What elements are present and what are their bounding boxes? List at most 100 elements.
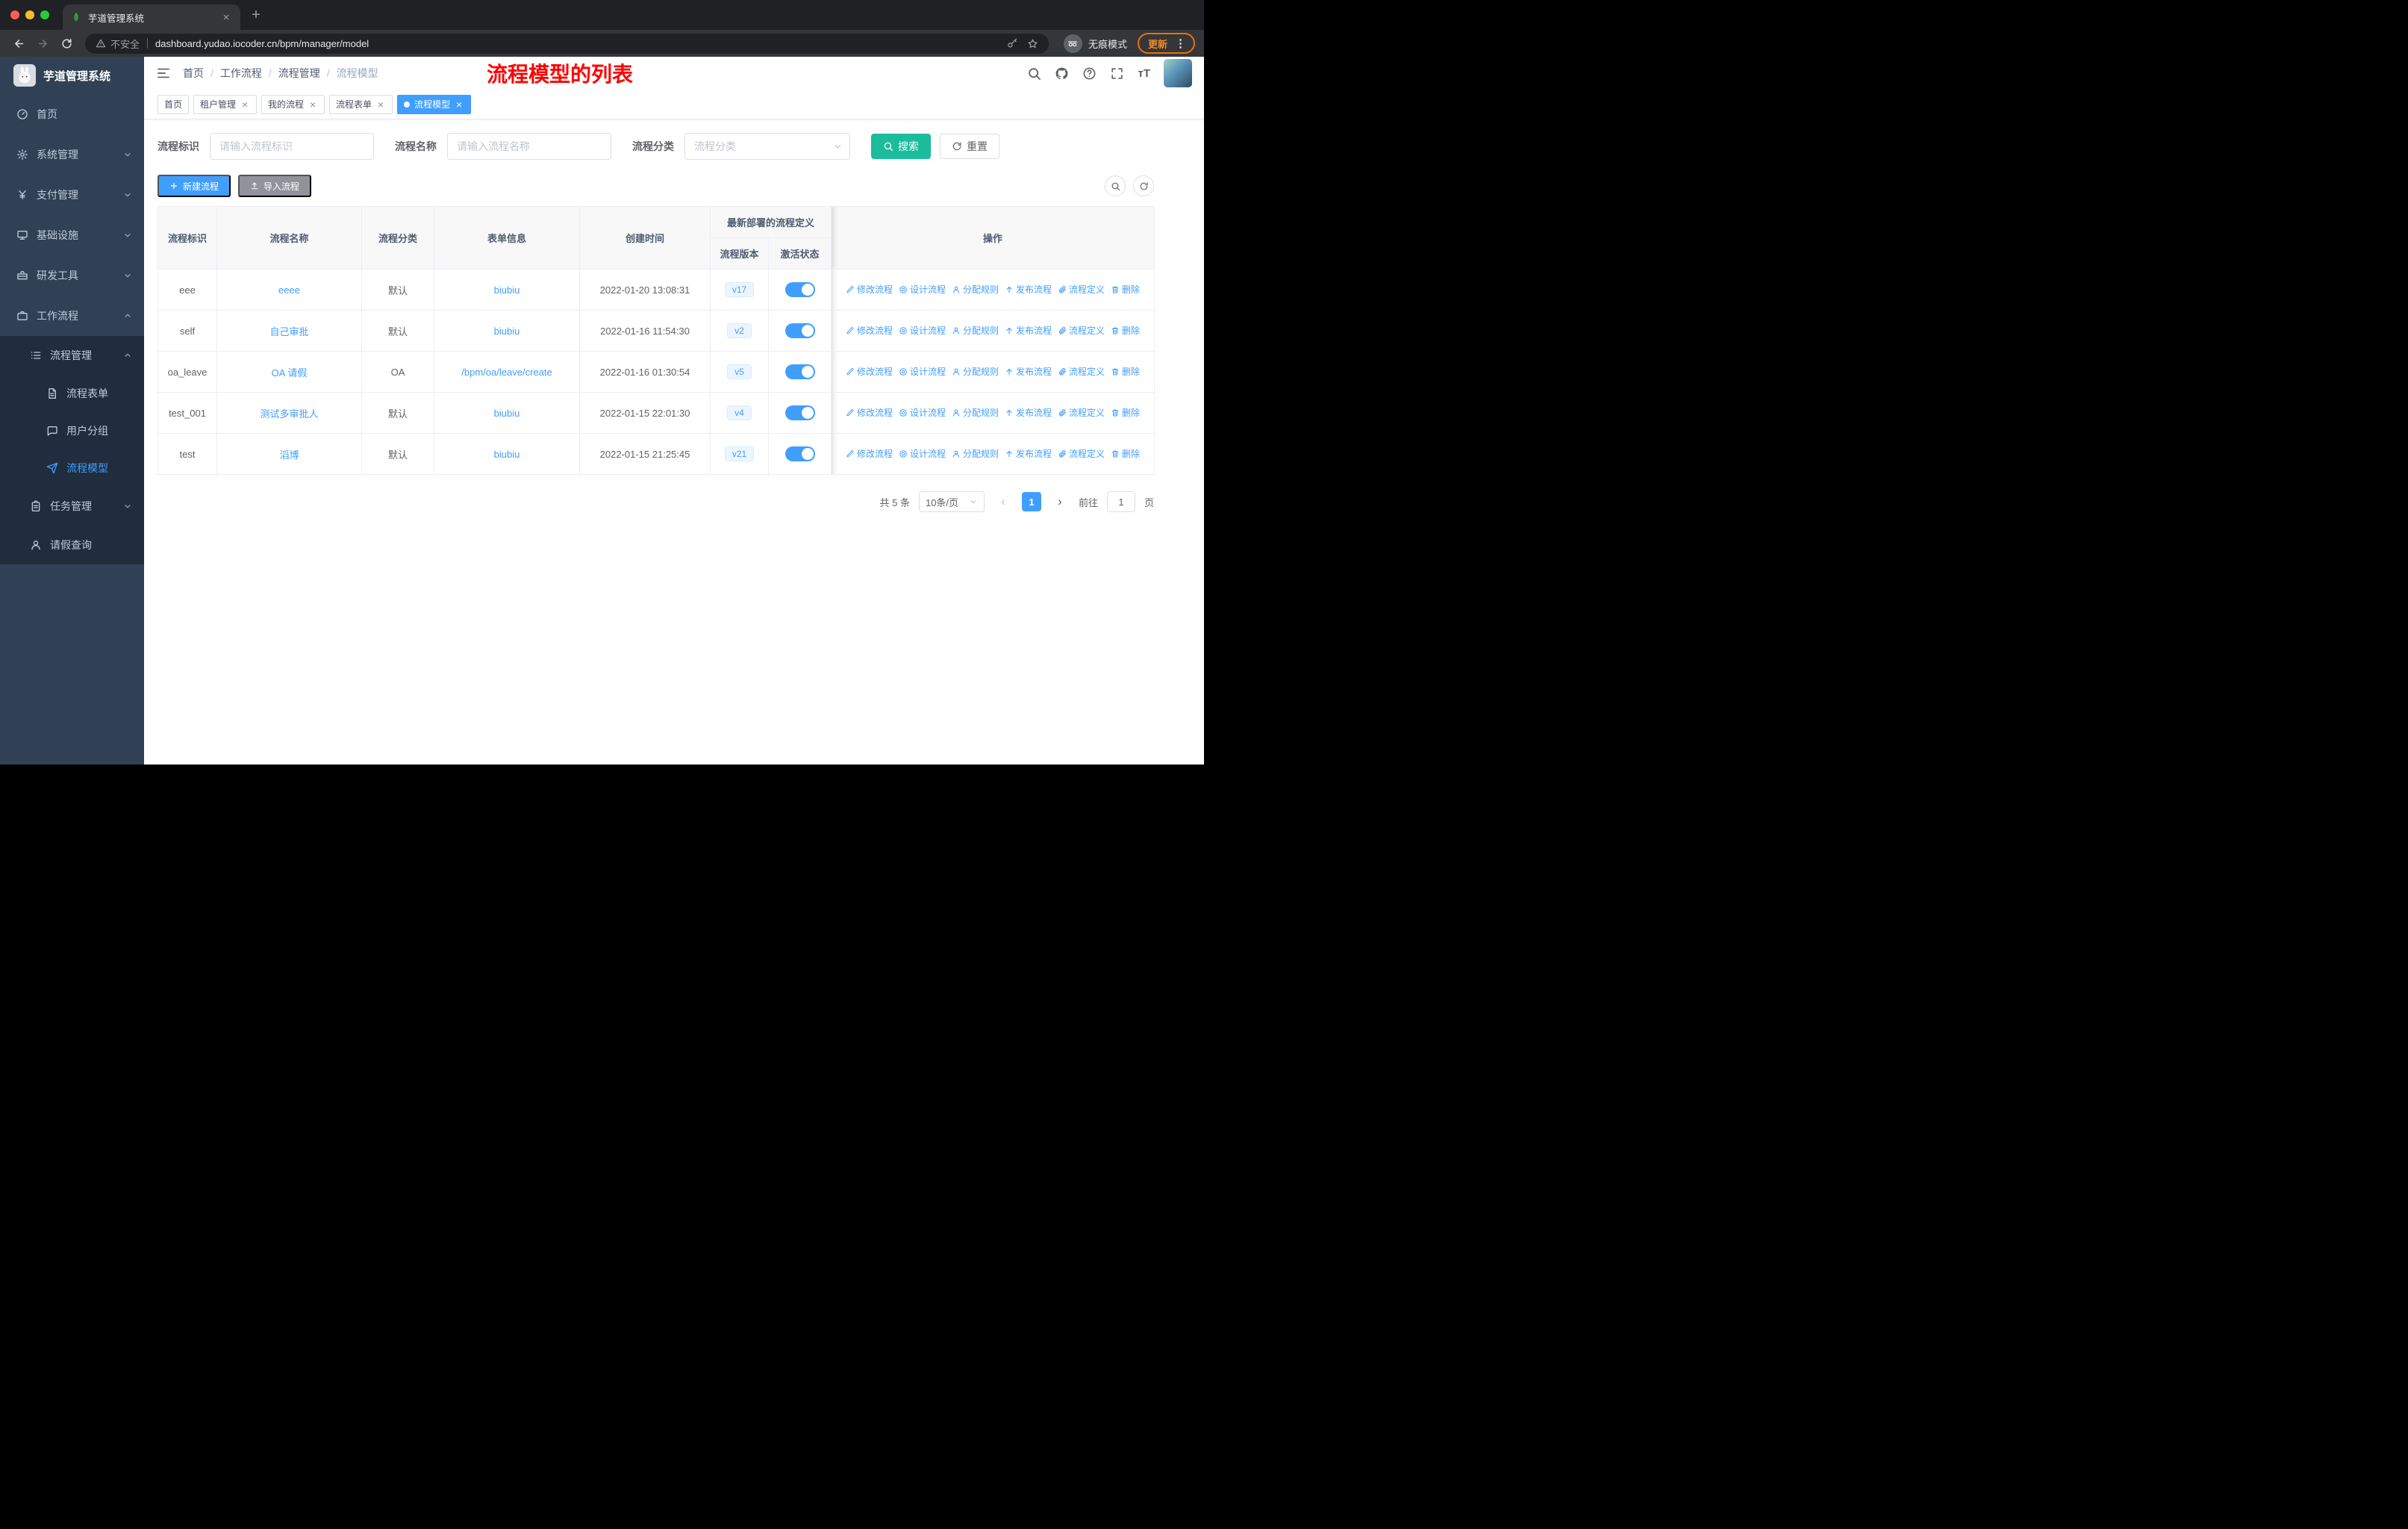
tag-home[interactable]: 首页 (157, 94, 190, 114)
create-process-button[interactable]: 新建流程 (157, 175, 231, 197)
search-icon[interactable] (1027, 66, 1041, 81)
tag-process-model[interactable]: 流程模型 × (397, 94, 472, 114)
sidebar-item-process-model[interactable]: 流程模型 (0, 449, 144, 487)
action-assign-link[interactable]: 分配规则 (952, 447, 999, 460)
back-button[interactable] (9, 34, 28, 53)
maximize-window-button[interactable] (40, 10, 49, 19)
forward-button[interactable] (33, 34, 52, 53)
action-definition-link[interactable]: 流程定义 (1058, 324, 1105, 337)
page-size-select[interactable]: 10条/页 (918, 491, 985, 512)
action-definition-link[interactable]: 流程定义 (1058, 447, 1105, 460)
sidebar-item-process-form[interactable]: 流程表单 (0, 375, 144, 412)
status-toggle[interactable] (785, 446, 815, 461)
close-icon[interactable]: × (308, 99, 318, 110)
reload-button[interactable] (57, 34, 76, 53)
reset-button[interactable]: 重置 (940, 134, 999, 159)
form-info-link[interactable]: biubiu (494, 449, 520, 460)
help-icon[interactable] (1082, 66, 1097, 81)
search-button[interactable]: 搜索 (871, 134, 931, 159)
action-publish-link[interactable]: 发布流程 (1005, 447, 1052, 460)
action-design-link[interactable]: 设计流程 (899, 324, 946, 337)
process-name-input[interactable] (447, 133, 611, 160)
action-delete-link[interactable]: 删除 (1111, 324, 1140, 337)
sidebar-item-user-group[interactable]: 用户分组 (0, 412, 144, 449)
status-toggle[interactable] (785, 282, 815, 297)
user-avatar[interactable] (1164, 59, 1192, 87)
bookmark-star-icon[interactable] (1027, 38, 1038, 49)
browser-menu-icon[interactable]: ⋮ (1172, 37, 1189, 50)
tag-process-form[interactable]: 流程表单 × (329, 94, 393, 114)
browser-tab[interactable]: 芋道管理系统 × (63, 4, 240, 30)
process-id-input[interactable] (210, 133, 374, 160)
status-toggle[interactable] (785, 364, 815, 379)
action-publish-link[interactable]: 发布流程 (1005, 365, 1052, 378)
action-edit-link[interactable]: 修改流程 (846, 324, 893, 337)
action-publish-link[interactable]: 发布流程 (1005, 324, 1052, 337)
close-icon[interactable]: × (454, 99, 464, 110)
action-definition-link[interactable]: 流程定义 (1058, 406, 1105, 419)
breadcrumb-home[interactable]: 首页 (183, 66, 204, 81)
update-button[interactable]: 更新 ⋮ (1137, 33, 1195, 54)
action-design-link[interactable]: 设计流程 (899, 283, 946, 296)
action-design-link[interactable]: 设计流程 (899, 406, 946, 419)
status-toggle[interactable] (785, 323, 815, 338)
font-size-icon[interactable]: тT (1138, 68, 1150, 79)
action-delete-link[interactable]: 删除 (1111, 406, 1140, 419)
action-publish-link[interactable]: 发布流程 (1005, 406, 1052, 419)
address-bar[interactable]: 不安全 dashboard.yudao.iocoder.cn/bpm/manag… (85, 33, 1049, 54)
github-icon[interactable] (1055, 66, 1069, 81)
sidebar-item-payment[interactable]: 支付管理 (0, 175, 144, 215)
close-window-button[interactable] (10, 10, 19, 19)
sidebar-item-dev-tools[interactable]: 研发工具 (0, 255, 144, 296)
sidebar-item-task-management[interactable]: 任务管理 (0, 487, 144, 526)
process-name-link[interactable]: OA 请假 (272, 367, 308, 379)
action-assign-link[interactable]: 分配规则 (952, 406, 999, 419)
action-definition-link[interactable]: 流程定义 (1058, 283, 1105, 296)
sidebar-item-leave-query[interactable]: 请假查询 (0, 526, 144, 564)
import-process-button[interactable]: 导入流程 (238, 175, 312, 197)
process-category-select[interactable] (684, 133, 850, 160)
minimize-window-button[interactable] (25, 10, 34, 19)
action-edit-link[interactable]: 修改流程 (846, 365, 893, 378)
action-delete-link[interactable]: 删除 (1111, 447, 1140, 460)
breadcrumb-workflow[interactable]: 工作流程 (220, 66, 262, 81)
action-edit-link[interactable]: 修改流程 (846, 447, 893, 460)
goto-page-input[interactable] (1106, 491, 1135, 512)
new-tab-button[interactable]: + (245, 4, 267, 26)
action-edit-link[interactable]: 修改流程 (846, 406, 893, 419)
action-design-link[interactable]: 设计流程 (899, 447, 946, 460)
tag-tenant[interactable]: 租户管理 × (193, 94, 258, 114)
action-publish-link[interactable]: 发布流程 (1005, 283, 1052, 296)
status-toggle[interactable] (785, 405, 815, 420)
tag-my-process[interactable]: 我的流程 × (261, 94, 325, 114)
refresh-table-button[interactable] (1133, 175, 1154, 196)
tab-close-icon[interactable]: × (219, 11, 233, 24)
page-number-1[interactable]: 1 (1021, 492, 1041, 511)
toggle-search-button[interactable] (1105, 175, 1126, 196)
process-name-link[interactable]: 自己审批 (269, 326, 308, 337)
next-page-button[interactable]: › (1050, 492, 1070, 511)
collapse-sidebar-icon[interactable] (156, 66, 171, 81)
action-assign-link[interactable]: 分配规则 (952, 324, 999, 337)
fullscreen-icon[interactable] (1110, 66, 1124, 81)
close-icon[interactable]: × (240, 99, 250, 110)
action-definition-link[interactable]: 流程定义 (1058, 365, 1105, 378)
sidebar-item-workflow[interactable]: 工作流程 (0, 296, 144, 336)
form-info-link[interactable]: biubiu (494, 326, 520, 337)
action-delete-link[interactable]: 删除 (1111, 283, 1140, 296)
action-design-link[interactable]: 设计流程 (899, 365, 946, 378)
action-edit-link[interactable]: 修改流程 (846, 283, 893, 296)
sidebar-item-process-management[interactable]: 流程管理 (0, 336, 144, 375)
form-info-link[interactable]: biubiu (494, 408, 520, 419)
prev-page-button[interactable]: ‹ (994, 492, 1013, 511)
process-name-link[interactable]: 滔博 (279, 449, 299, 461)
breadcrumb-process-management[interactable]: 流程管理 (278, 66, 320, 81)
action-delete-link[interactable]: 删除 (1111, 365, 1140, 378)
sidebar-item-infrastructure[interactable]: 基础设施 (0, 215, 144, 255)
sidebar-item-home[interactable]: 首页 (0, 94, 144, 134)
password-key-icon[interactable] (1007, 38, 1018, 49)
form-info-link[interactable]: /bpm/oa/leave/create (461, 367, 552, 378)
form-info-link[interactable]: biubiu (494, 284, 520, 296)
close-icon[interactable]: × (375, 99, 386, 110)
process-name-link[interactable]: 测试多审批人 (260, 408, 318, 420)
